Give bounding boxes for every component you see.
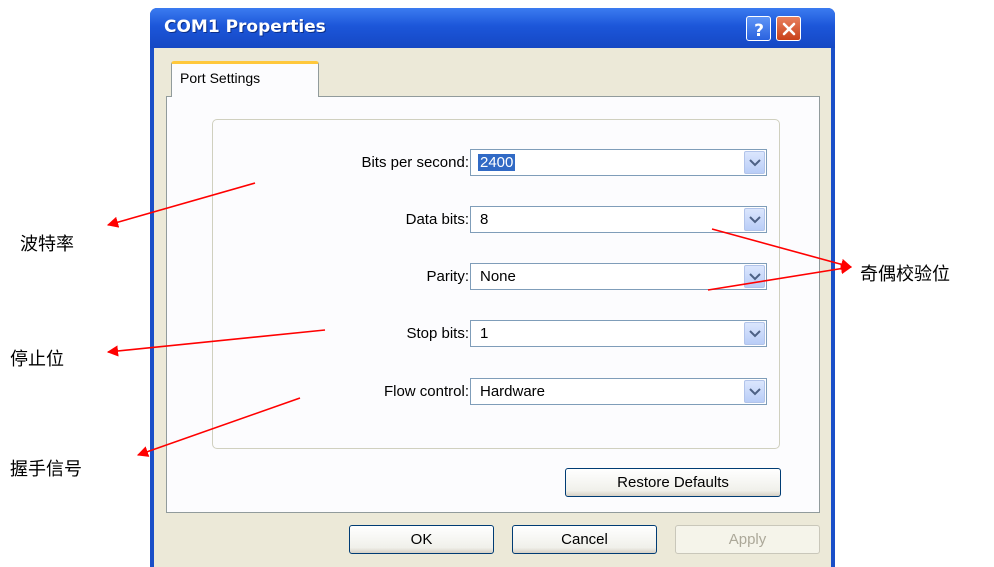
data-bits-select[interactable]: 8 bbox=[470, 206, 767, 233]
settings-group: Bits per second: 2400 Data bits: 8 Parit… bbox=[212, 119, 780, 449]
chevron-down-icon[interactable] bbox=[744, 151, 765, 174]
tab-port-settings[interactable]: Port Settings bbox=[171, 61, 319, 97]
restore-defaults-button[interactable]: Restore Defaults bbox=[565, 468, 781, 497]
cancel-button[interactable]: Cancel bbox=[512, 525, 657, 554]
flow-control-select[interactable]: Hardware bbox=[470, 378, 767, 405]
apply-button[interactable]: Apply bbox=[675, 525, 820, 554]
flow-control-value: Hardware bbox=[480, 383, 546, 400]
parity-select[interactable]: None bbox=[470, 263, 767, 290]
help-button[interactable]: ? bbox=[746, 16, 771, 41]
chevron-down-icon[interactable] bbox=[744, 380, 765, 403]
dialog-window: COM1 Properties ? Port Settings Bits per… bbox=[150, 8, 835, 567]
chevron-down-icon[interactable] bbox=[744, 208, 765, 231]
parity-value: None bbox=[480, 268, 516, 285]
chevron-down-icon[interactable] bbox=[744, 265, 765, 288]
stop-bits-label: Stop bits: bbox=[406, 325, 469, 342]
bits-per-second-label: Bits per second: bbox=[361, 154, 469, 171]
bits-per-second-select[interactable]: 2400 bbox=[470, 149, 767, 176]
help-icon: ? bbox=[754, 21, 764, 41]
svg-text:?: ? bbox=[754, 21, 764, 41]
baud-rate-annotation: 波特率 bbox=[20, 234, 74, 255]
data-bits-label: Data bits: bbox=[405, 211, 469, 228]
close-icon bbox=[782, 22, 796, 36]
close-button[interactable] bbox=[776, 16, 801, 41]
tab-label: Port Settings bbox=[180, 70, 261, 86]
parity-bits-annotation: 奇偶校验位 bbox=[860, 264, 950, 285]
bits-per-second-value: 2400 bbox=[478, 154, 516, 171]
parity-label: Parity: bbox=[426, 268, 469, 285]
chevron-down-icon[interactable] bbox=[744, 322, 765, 345]
stop-bits-annotation: 停止位 bbox=[10, 349, 64, 370]
dialog-body: Port Settings Bits per second: 2400 Data… bbox=[154, 48, 831, 567]
window-title: COM1 Properties bbox=[164, 17, 326, 37]
stop-bits-select[interactable]: 1 bbox=[470, 320, 767, 347]
data-bits-value: 8 bbox=[480, 211, 489, 228]
title-bar[interactable]: COM1 Properties ? bbox=[150, 8, 835, 48]
stop-bits-value: 1 bbox=[480, 325, 489, 342]
ok-button[interactable]: OK bbox=[349, 525, 494, 554]
handshake-annotation: 握手信号 bbox=[10, 459, 82, 480]
tab-page: Bits per second: 2400 Data bits: 8 Parit… bbox=[166, 96, 820, 513]
flow-control-label: Flow control: bbox=[383, 383, 469, 400]
